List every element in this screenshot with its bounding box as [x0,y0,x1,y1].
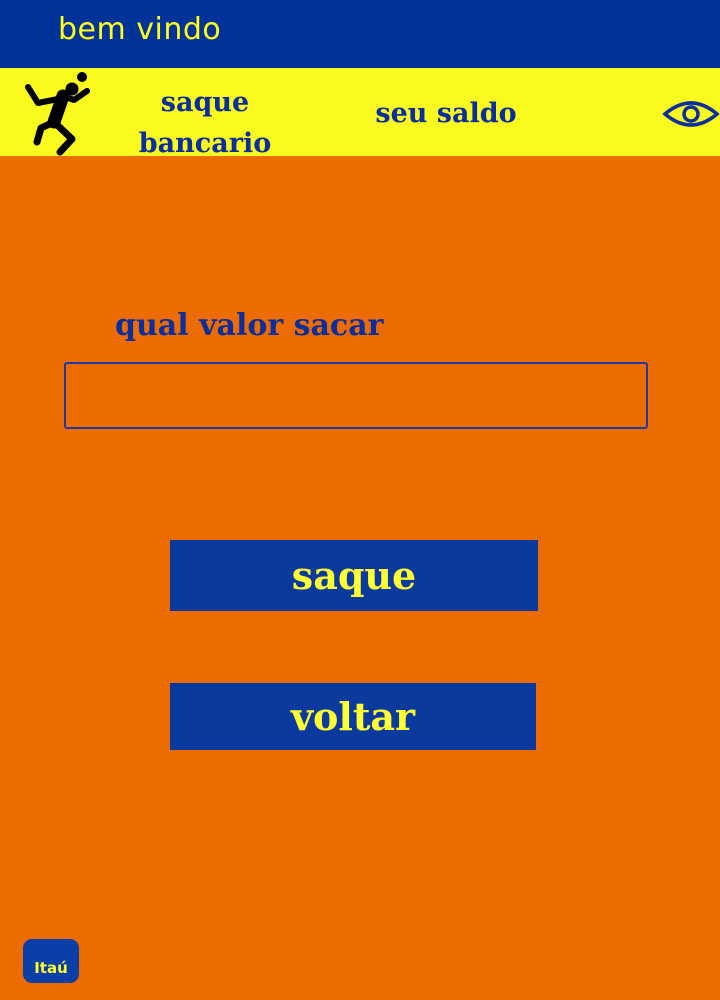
amount-question-label: qual valor sacar [115,308,384,343]
nav-seu-saldo[interactable]: seu saldo [350,94,542,134]
amount-input[interactable] [64,362,648,429]
voltar-button[interactable]: voltar [170,683,536,750]
nav-saque-bancario[interactable]: saque bancario [115,82,295,164]
nav-saque-line2: bancario [138,128,272,159]
saque-button[interactable]: saque [170,540,538,611]
top-bar: bem vindo [0,0,720,68]
eye-icon[interactable] [662,98,720,130]
nav-bar: saque bancario seu saldo [0,68,720,159]
volleyball-player-icon [25,72,90,156]
itau-logo: Itaú [23,939,79,983]
welcome-title: bem vindo [58,12,222,47]
nav-saque-line1: saque [160,87,250,118]
